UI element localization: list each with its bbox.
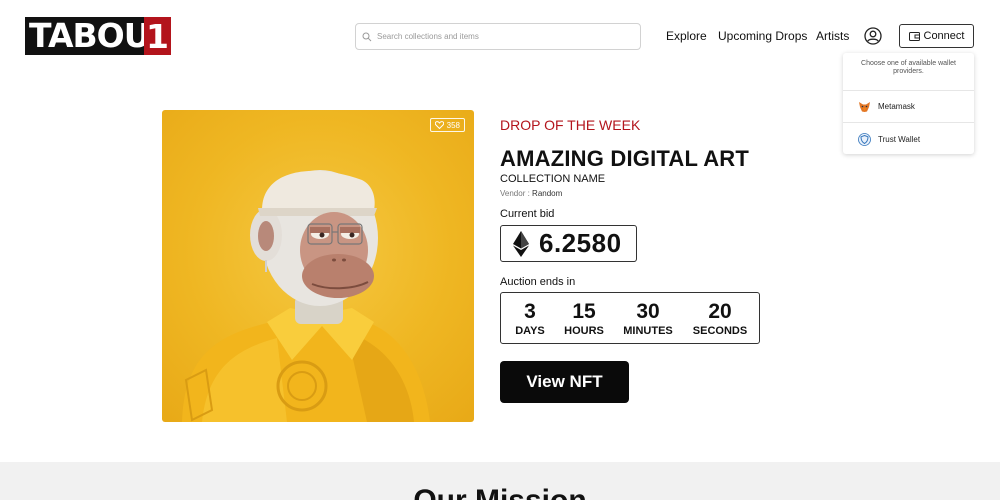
- logo-text: TABOU: [29, 17, 150, 55]
- connect-wallet-button[interactable]: Connect: [899, 24, 974, 48]
- connect-label: Connect: [923, 30, 965, 42]
- current-bid-label: Current bid: [500, 208, 555, 220]
- metamask-fox-icon: [859, 101, 870, 112]
- countdown-value: 15: [572, 300, 596, 323]
- auction-countdown: 3 DAYS 15 HOURS 30 MINUTES 20 SECONDS: [500, 292, 760, 344]
- auction-ends-label: Auction ends in: [500, 276, 576, 288]
- nav-explore[interactable]: Explore: [666, 29, 707, 43]
- vendor-key: Vendor :: [500, 189, 530, 198]
- countdown-value: 3: [524, 300, 536, 323]
- user-icon: [864, 27, 882, 45]
- countdown-value: 20: [708, 300, 732, 323]
- ethereum-icon: [513, 230, 529, 257]
- countdown-value: 30: [636, 300, 660, 323]
- mission-section: Our Mission: [0, 462, 1000, 500]
- current-bid-box: 6.2580: [500, 225, 637, 262]
- logo-mark: 1: [144, 17, 171, 55]
- search-bar[interactable]: [355, 23, 641, 50]
- trust-wallet-shield-icon: [858, 132, 871, 146]
- countdown-unit: MINUTES: [623, 325, 673, 337]
- wallet-option-label: Trust Wallet: [878, 134, 921, 144]
- wallet-option-metamask[interactable]: Metamask: [843, 91, 974, 123]
- like-button[interactable]: 358: [429, 118, 465, 132]
- search-icon: [362, 32, 372, 41]
- countdown-seconds: 20 SECONDS: [690, 300, 750, 338]
- nav-upcoming-drops[interactable]: Upcoming Drops: [718, 29, 807, 43]
- heart-icon: [434, 121, 444, 129]
- wallet-provider-menu: Choose one of available wallet providers…: [843, 53, 974, 154]
- countdown-unit: SECONDS: [692, 325, 748, 337]
- vendor-value[interactable]: Random: [532, 189, 562, 198]
- wallet-option-trust-wallet[interactable]: Trust Wallet: [843, 123, 974, 155]
- user-profile-button[interactable]: [864, 27, 882, 45]
- nav-artists[interactable]: Artists: [816, 29, 849, 43]
- site-logo[interactable]: TABOU 1: [25, 17, 171, 55]
- nft-title: AMAZING DIGITAL ART: [500, 146, 750, 171]
- wallet-option-label: Metamask: [878, 102, 915, 111]
- collection-name[interactable]: COLLECTION NAME: [500, 173, 605, 185]
- countdown-unit: DAYS: [515, 325, 545, 337]
- view-nft-button[interactable]: View NFT: [500, 361, 629, 403]
- countdown-unit: HOURS: [564, 325, 604, 337]
- like-count: 358: [446, 120, 460, 130]
- wallet-icon: [908, 31, 920, 41]
- countdown-hours: 15 HOURS: [562, 300, 606, 338]
- drop-of-the-week-label: DROP OF THE WEEK: [500, 117, 641, 133]
- ape-illustration: [182, 170, 430, 422]
- vendor-info: Vendor : Random: [500, 189, 562, 198]
- wallet-menu-note: Choose one of available wallet providers…: [843, 53, 974, 91]
- mission-title: Our Mission: [0, 484, 1000, 500]
- nft-artwork-image[interactable]: 358: [162, 110, 474, 422]
- countdown-minutes: 30 MINUTES: [621, 300, 675, 338]
- current-bid-value: 6.2580: [539, 228, 622, 258]
- countdown-days: 3 DAYS: [513, 300, 547, 338]
- search-input[interactable]: [377, 32, 617, 41]
